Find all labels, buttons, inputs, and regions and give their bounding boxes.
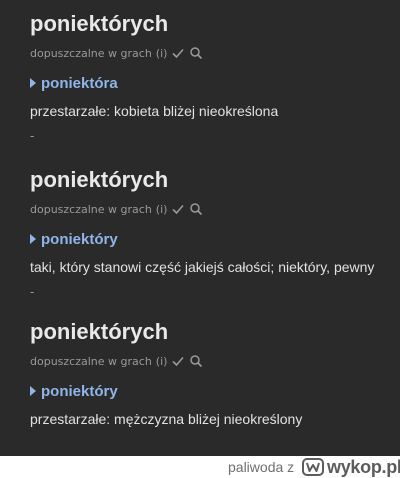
dictionary-entry: poniektórych dopuszczalne w grach (i) po… xyxy=(30,320,390,450)
info-link[interactable]: (i) xyxy=(156,47,168,60)
wykop-logo: wykop.pl xyxy=(302,457,400,477)
status-row: dopuszczalne w grach (i) xyxy=(30,202,203,216)
status-text: dopuszczalne w grach xyxy=(30,354,152,368)
lemma-row: poniektóry xyxy=(30,382,118,400)
status-row: dopuszczalne w grach (i) xyxy=(30,46,203,60)
headword: poniektórych xyxy=(30,319,169,344)
entry-separator: - xyxy=(30,128,35,143)
lemma-link[interactable]: poniektóra xyxy=(41,75,118,92)
watermark-footer: paliwoda z wykop.pl xyxy=(0,456,400,478)
triangle-right-icon xyxy=(30,78,36,88)
dictionary-entry: poniektórych dopuszczalne w grach (i) po… xyxy=(30,168,390,313)
definition-text: przestarzałe: mężczyzna bliżej nieokreśl… xyxy=(30,411,303,427)
search-icon[interactable] xyxy=(189,46,203,60)
dictionary-entry: poniektórych dopuszczalne w grach (i) po… xyxy=(30,12,390,157)
search-icon[interactable] xyxy=(189,202,203,216)
lemma-link[interactable]: poniektóry xyxy=(41,231,118,248)
search-icon[interactable] xyxy=(189,354,203,368)
check-icon xyxy=(171,354,185,368)
author-credit: paliwoda z xyxy=(228,459,294,475)
wykop-logo-icon xyxy=(302,458,324,476)
status-text: dopuszczalne w grach xyxy=(30,46,152,60)
dictionary-panel: poniektórych dopuszczalne w grach (i) po… xyxy=(0,0,400,456)
triangle-right-icon xyxy=(30,234,36,244)
lemma-link[interactable]: poniektóry xyxy=(41,383,118,400)
definition-text: taki, który stanowi część jakiejś całośc… xyxy=(30,259,375,275)
check-icon xyxy=(171,46,185,60)
wykop-logo-text: wykop.pl xyxy=(327,456,400,477)
triangle-right-icon xyxy=(30,386,36,396)
lemma-row: poniektóra xyxy=(30,74,118,92)
headword: poniektórych xyxy=(30,11,169,36)
status-text: dopuszczalne w grach xyxy=(30,202,152,216)
definition-text: przestarzałe: kobieta bliżej nieokreślon… xyxy=(30,103,279,119)
headword: poniektórych xyxy=(30,167,169,192)
status-row: dopuszczalne w grach (i) xyxy=(30,354,203,368)
check-icon xyxy=(171,202,185,216)
author-connector: z xyxy=(287,459,295,475)
lemma-row: poniektóry xyxy=(30,230,118,248)
info-link[interactable]: (i) xyxy=(156,355,168,368)
author-name: paliwoda xyxy=(228,459,284,475)
info-link[interactable]: (i) xyxy=(156,203,168,216)
entry-separator: - xyxy=(30,284,35,299)
